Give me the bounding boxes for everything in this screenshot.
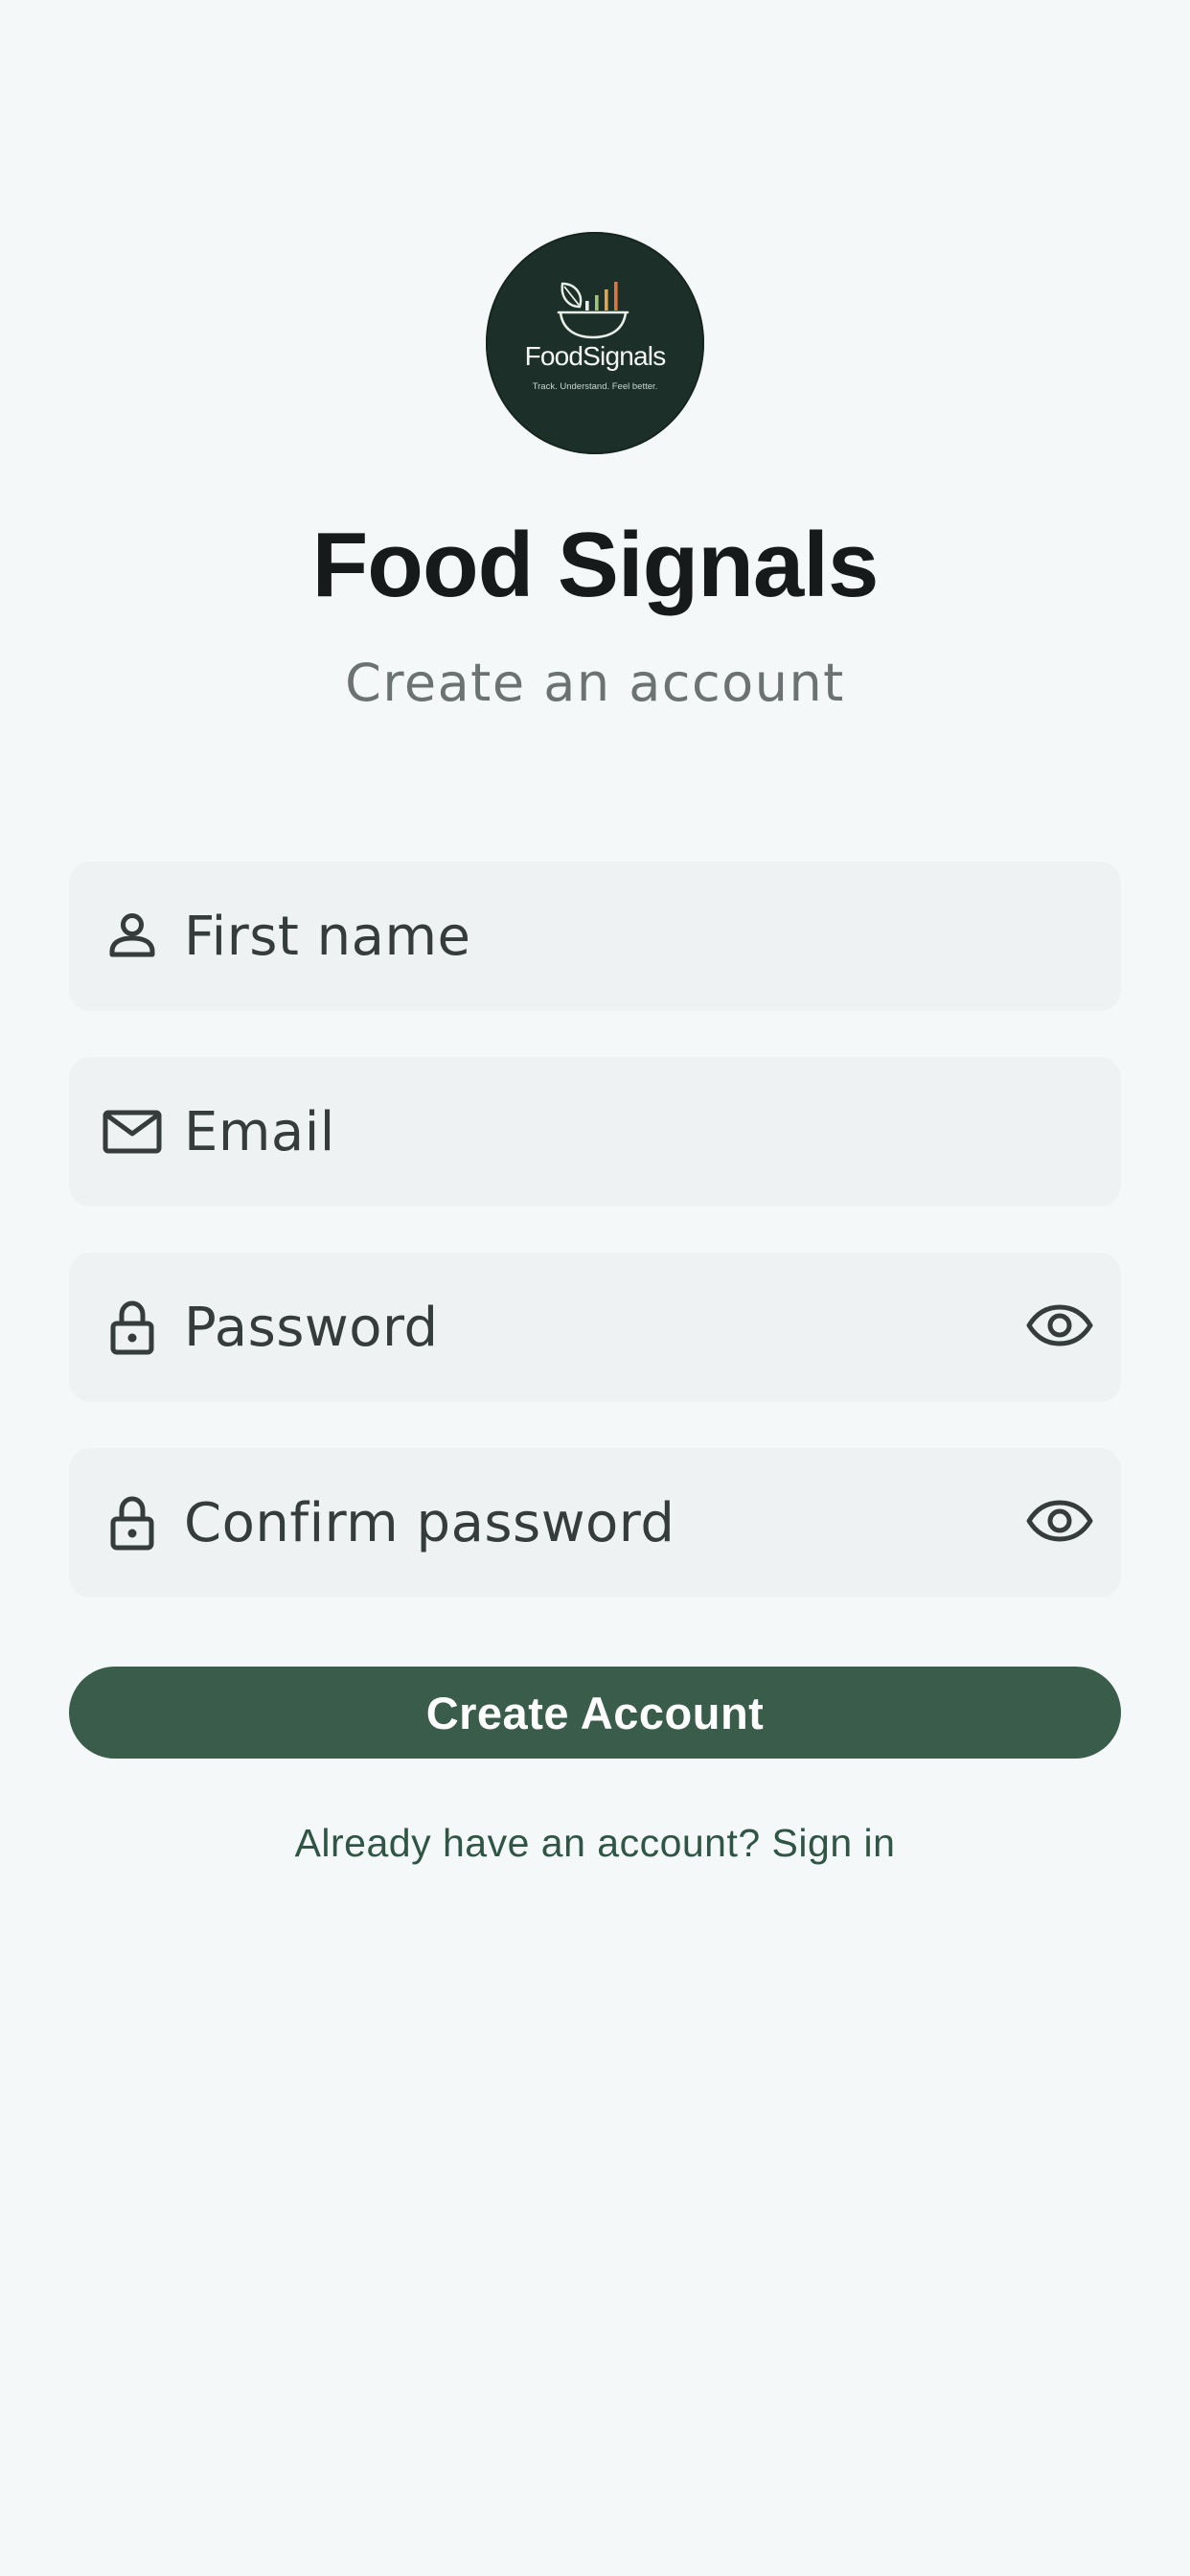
confirm-password-input[interactable]: [184, 1477, 1008, 1569]
confirm-password-field[interactable]: [69, 1448, 1121, 1598]
envelope-icon: [103, 1110, 162, 1154]
app-logo: FoodSignals Track. Understand. Feel bett…: [486, 232, 704, 454]
first-name-field[interactable]: [69, 862, 1121, 1011]
person-icon: [109, 913, 155, 957]
lock-icon: [110, 1300, 154, 1355]
logo-wordmark: FoodSignals: [524, 341, 667, 371]
password-field[interactable]: [69, 1253, 1121, 1402]
first-name-input[interactable]: [184, 890, 1008, 982]
lock-icon: [110, 1496, 154, 1551]
signin-link[interactable]: Already have an account? Sign in: [0, 1821, 1190, 1866]
bowl-chart-logo-icon: [557, 282, 629, 339]
page-subtitle: Create an account: [345, 653, 845, 713]
page-title: Food Signals: [311, 514, 880, 616]
eye-icon[interactable]: [1021, 1483, 1098, 1559]
email-field[interactable]: [69, 1057, 1121, 1207]
logo-tagline: Track. Understand. Feel better.: [532, 381, 658, 392]
password-input[interactable]: [184, 1281, 1008, 1373]
signin-link-text[interactable]: Already have an account? Sign in: [295, 1821, 896, 1865]
eye-icon[interactable]: [1021, 1287, 1098, 1364]
create-account-button[interactable]: Create Account: [69, 1667, 1121, 1759]
email-input[interactable]: [184, 1086, 1008, 1178]
